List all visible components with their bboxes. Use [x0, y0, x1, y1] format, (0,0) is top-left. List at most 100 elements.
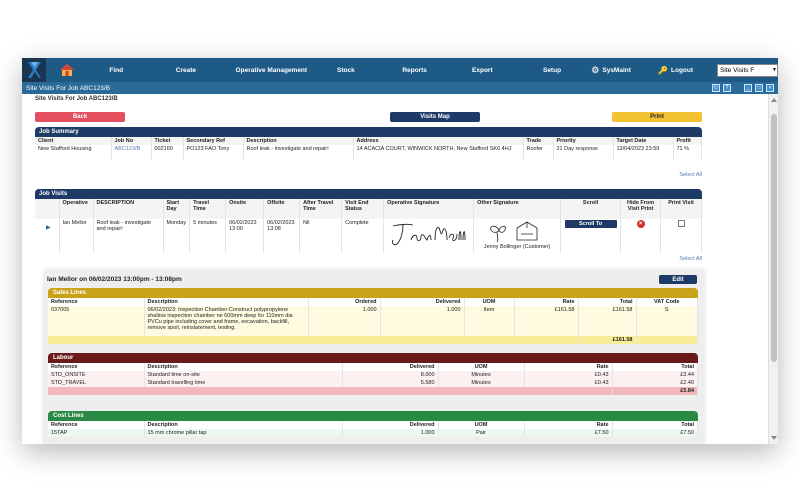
desc-cell: Standard time on-site	[144, 371, 343, 379]
col-header: Total	[578, 298, 637, 306]
scroll-up-icon[interactable]	[771, 98, 777, 102]
total-spacer	[48, 387, 613, 395]
select-all-link-visits[interactable]: Select All	[679, 256, 702, 262]
priority-cell: 21 Day response	[553, 145, 614, 159]
col-header: Hide From Visit Print	[620, 199, 662, 219]
refresh-icon[interactable]: ↻	[712, 84, 720, 92]
scroll-down-icon[interactable]	[771, 436, 777, 440]
desc-cell: 06/02/2023: Inspection Chamber:Construct…	[144, 306, 309, 336]
ref-cell: STD_TRAVEL	[48, 379, 145, 387]
nav-setup[interactable]: Setup	[513, 67, 592, 74]
after-travel-cell: Nil	[299, 219, 343, 253]
col-header: Ticket	[151, 137, 184, 145]
page-select[interactable]: Site Visits F ▼	[717, 63, 778, 77]
col-header: Client	[35, 137, 112, 145]
scroll-cell: Scroll To	[560, 219, 622, 253]
col-header: Priority	[553, 137, 614, 145]
table-header-row: Reference Description Ordered Delivered …	[48, 298, 698, 306]
col-header: UOM	[464, 298, 515, 306]
col-header: Travel Time	[189, 199, 227, 219]
job-visits-title: Job Visits	[35, 189, 702, 199]
rate-cell: £0.43	[524, 379, 613, 387]
description-cell: Roof leak - investigate and repair!	[93, 219, 164, 253]
scroll-to-button[interactable]: Scroll To	[564, 220, 617, 228]
visits-map-button[interactable]: Visits Map	[390, 112, 480, 122]
logout-label: Logout	[671, 66, 694, 74]
visit-detail-panel: Ian Mellor on 06/02/2023 13:00pm - 13:08…	[44, 270, 704, 444]
edit-button[interactable]: Edit	[659, 275, 697, 284]
expand-cell: ▶	[35, 219, 60, 253]
job-no-link[interactable]: ABC123/B	[111, 145, 152, 159]
ref-cell: 037005	[48, 306, 145, 336]
minimize-icon[interactable]: _	[744, 84, 752, 92]
delivered-cell: 1.000	[380, 306, 465, 336]
nav-sysmaint[interactable]: ⚙ SysMaint	[591, 65, 658, 76]
col-header-expand	[35, 199, 60, 219]
maximize-icon[interactable]: □	[755, 84, 763, 92]
print-button[interactable]: Print	[612, 112, 702, 122]
col-header: DESCRIPTION	[93, 199, 164, 219]
operative-cell: Ian Mellor	[59, 219, 94, 253]
nav-reports[interactable]: Reports	[377, 67, 452, 74]
play-triangle-icon[interactable]: ▶	[46, 225, 51, 231]
uom-cell: Minutes	[438, 379, 525, 387]
table-header-row: Client Job No Ticket Secondary Ref Descr…	[35, 137, 702, 145]
col-header: Secondary Ref	[183, 137, 244, 145]
col-header: Ordered	[308, 298, 381, 306]
uom-cell: Item	[464, 306, 515, 336]
window-title: Site Visits For Job ABC123/B	[26, 84, 111, 92]
app-logo[interactable]	[22, 58, 46, 82]
uom-cell: Minutes	[438, 371, 525, 379]
uom-cell: Pair	[438, 429, 525, 437]
cost-lines-table: Reference Description Delivered UOM Rate…	[48, 421, 698, 437]
vertical-scrollbar[interactable]	[768, 94, 778, 444]
col-header: Other Signature	[473, 199, 562, 219]
nav-stock[interactable]: Stock	[315, 67, 378, 74]
main-content: Site Visits For Job ABC123/B Back Visits…	[22, 94, 768, 444]
col-header: Print Visit	[660, 199, 702, 219]
table-header-row: Reference Description Delivered UOM Rate…	[48, 363, 698, 371]
scroll-thumb[interactable]	[771, 114, 777, 362]
ordered-cell: 1.000	[308, 306, 381, 336]
job-summary-table: Client Job No Ticket Secondary Ref Descr…	[35, 137, 702, 159]
col-header: UOM	[438, 363, 525, 371]
app-window: Find Create Operative Management Stock R…	[22, 58, 778, 444]
page-select-value: Site Visits F	[720, 66, 755, 74]
travel-time-cell: 5 minutes	[189, 219, 227, 253]
nav-operative-management[interactable]: Operative Management	[228, 67, 314, 74]
cost-lines-section: Cost Lines Reference Description Deliver…	[48, 411, 698, 437]
print-visit-checkbox[interactable]	[677, 220, 685, 227]
nav-logout[interactable]: 🔑 Logout	[658, 66, 709, 75]
home-icon[interactable]	[46, 64, 89, 76]
hide-visit-icon[interactable]: ×	[636, 220, 645, 228]
start-day-cell: Monday	[163, 219, 191, 253]
job-visits-table: Operative DESCRIPTION Start Day Travel T…	[35, 199, 702, 253]
sales-lines-table: Reference Description Ordered Delivered …	[48, 298, 698, 344]
help-icon[interactable]: ?	[723, 84, 731, 92]
nav-export[interactable]: Export	[452, 67, 513, 74]
col-header: Operative	[59, 199, 94, 219]
nav-find[interactable]: Find	[89, 67, 144, 74]
operative-signature-cell	[383, 219, 475, 253]
col-header: Reference	[48, 363, 145, 371]
nav-create[interactable]: Create	[144, 67, 228, 74]
close-icon[interactable]: ×	[766, 84, 774, 92]
col-header: Description	[144, 421, 343, 429]
visit-detail-title: Ian Mellor on 06/02/2023 13:00pm - 13:08…	[47, 276, 182, 283]
col-header: Total	[612, 363, 698, 371]
col-header: Delivered	[342, 363, 439, 371]
col-header: VAT Code	[636, 298, 698, 306]
col-header: Target Date	[613, 137, 674, 145]
select-all-link[interactable]: Select All	[679, 172, 702, 178]
col-header: Trade	[523, 137, 554, 145]
description-cell: Roof leak - investigate and repair!	[243, 145, 354, 159]
back-button[interactable]: Back	[35, 112, 125, 122]
col-header: Offsite	[263, 199, 301, 219]
col-header: Profit	[673, 137, 702, 145]
table-row: STD_ONSITE Standard time on-site 8.000 M…	[48, 371, 698, 379]
rate-cell: £0.43	[524, 371, 613, 379]
key-icon: 🔑	[658, 65, 668, 75]
delivered-cell: 8.000	[342, 371, 439, 379]
chevron-down-icon: ▼	[772, 67, 777, 73]
col-header: Rate	[524, 363, 613, 371]
